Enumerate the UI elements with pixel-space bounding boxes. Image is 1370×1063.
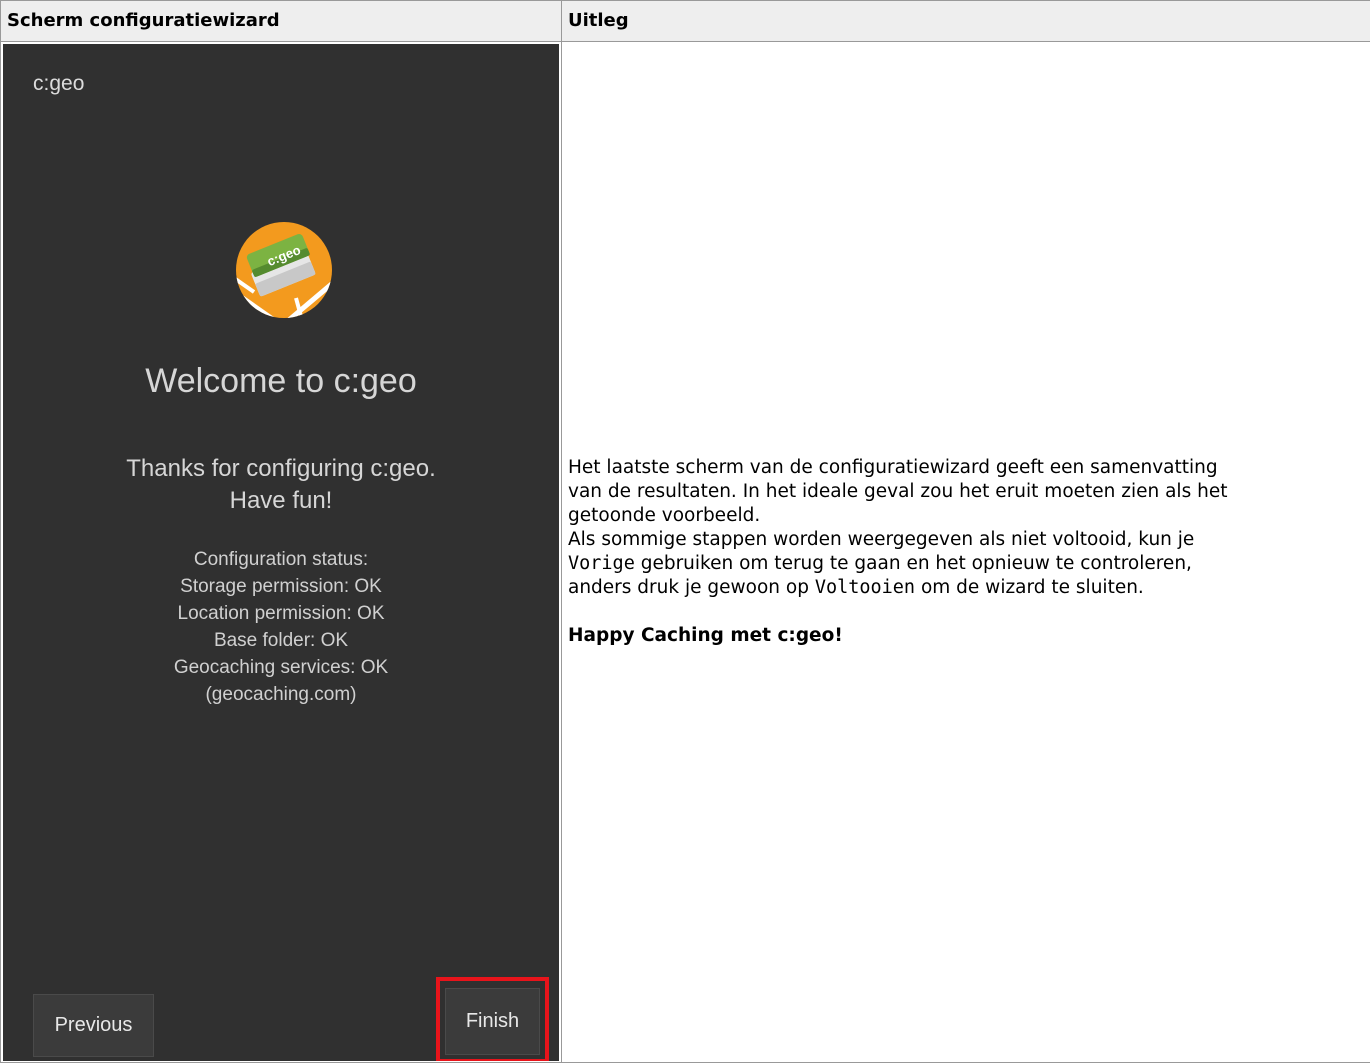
app-title: c:geo (33, 72, 84, 96)
finish-button[interactable]: Finish (445, 988, 540, 1055)
explanation-line: om de wizard te sluiten. (915, 577, 1144, 598)
phone-screenshot: c:geo (3, 44, 559, 1061)
screenshot-cell: c:geo (1, 42, 562, 1063)
cgeo-logo-icon: c:geo (234, 220, 334, 320)
wiki-table: Scherm configuratiewizard Uitleg c:geo (0, 0, 1370, 1063)
explanation-line: getoonde voorbeeld. (568, 505, 760, 526)
explanation-line: van de resultaten. In het ideale geval z… (568, 481, 1227, 502)
explanation-line: Het laatste scherm van de configuratiewi… (568, 457, 1218, 478)
explanation-line: anders druk je gewoon op (568, 577, 815, 598)
code-vorige: Vorige (568, 553, 635, 574)
welcome-heading: Welcome to c:geo (3, 362, 559, 401)
configuration-status: Configuration status: Storage permission… (3, 546, 559, 708)
status-line: Location permission: OK (3, 600, 559, 627)
status-line: Storage permission: OK (3, 573, 559, 600)
code-voltooien: Voltooien (815, 577, 915, 598)
thanks-message: Thanks for configuring c:geo. Have fun! (3, 453, 559, 517)
previous-button[interactable]: Previous (33, 994, 154, 1057)
status-line: (geocaching.com) (3, 681, 559, 708)
explanation-text: Het laatste scherm van de configuratiewi… (568, 456, 1364, 648)
thanks-line-2: Have fun! (3, 485, 559, 517)
status-line: Geocaching services: OK (3, 654, 559, 681)
explanation-cell: Het laatste scherm van de configuratiewi… (562, 42, 1370, 1063)
header-explanation: Uitleg (562, 1, 1370, 42)
status-line: Configuration status: (3, 546, 559, 573)
table-row: c:geo (1, 42, 1370, 1063)
header-screen: Scherm configuratiewizard (1, 1, 562, 42)
happy-caching-text: Happy Caching met c:geo! (568, 624, 1364, 648)
status-line: Base folder: OK (3, 627, 559, 654)
explanation-line: gebruiken om terug te gaan en het opnieu… (635, 553, 1192, 574)
explanation-line: Als sommige stappen worden weergegeven a… (568, 529, 1194, 550)
thanks-line-1: Thanks for configuring c:geo. (3, 453, 559, 485)
table-header-row: Scherm configuratiewizard Uitleg (1, 1, 1370, 42)
